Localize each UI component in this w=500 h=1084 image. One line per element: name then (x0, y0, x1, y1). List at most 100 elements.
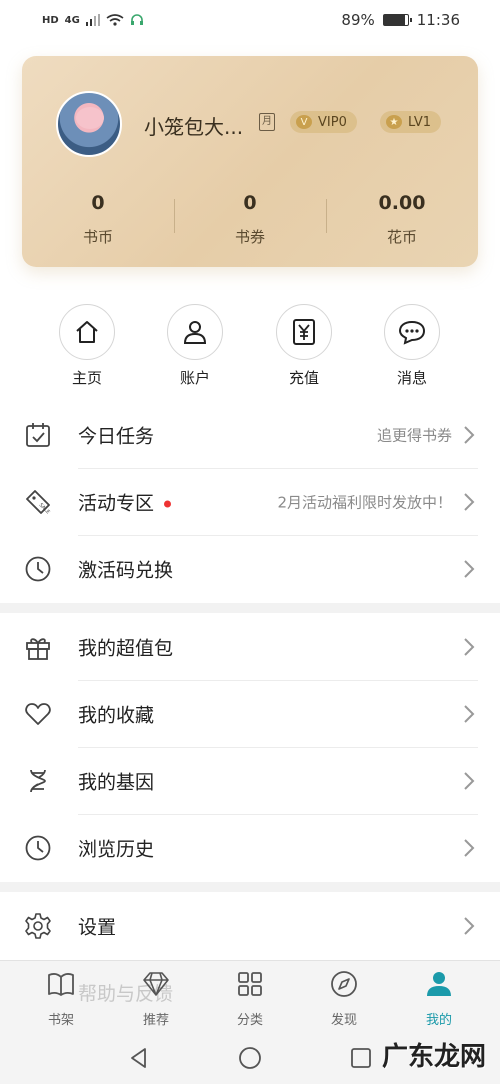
heart-icon (25, 703, 51, 725)
message-icon (398, 320, 426, 345)
hd-indicator: HD (42, 14, 59, 26)
quick-messages[interactable]: 消息 (372, 304, 452, 388)
quick-label: 主页 (71, 369, 102, 387)
menu-daily-tasks[interactable]: 今日任务 追更得书券 (0, 402, 500, 468)
chevron-right-icon (464, 705, 475, 723)
chevron-right-icon (464, 560, 475, 578)
history-clock-icon (25, 835, 51, 861)
wifi-icon (106, 14, 124, 26)
vip-icon: V (296, 115, 312, 129)
bottom-nav: 帮助与反馈 书架 推荐 分类 发现 我的 (0, 960, 500, 1032)
stat-label: 书币 (82, 228, 113, 246)
stat-book-vouchers[interactable]: 0 书券 (174, 192, 326, 247)
menu-label: 设置 (78, 916, 117, 939)
menu-genes[interactable]: 我的基因 (0, 748, 500, 814)
person-icon (427, 972, 451, 996)
nav-label: 书架 (47, 1013, 74, 1028)
vip-badge[interactable]: V VIP0 (290, 111, 357, 133)
nav-recommend[interactable]: 推荐 (111, 969, 201, 1028)
battery-fill (383, 15, 406, 25)
chevron-right-icon (464, 917, 475, 935)
menu-settings[interactable]: 设置 (0, 893, 500, 959)
profile-card[interactable]: 小笼包大... 月 V VIP0 ★ LV1 0 书币 0 书券 0.00 花币 (22, 56, 478, 267)
gift-icon (26, 638, 50, 660)
star-icon: ★ (386, 115, 402, 129)
menu-hint: 追更得书券 (376, 426, 452, 445)
nav-label: 推荐 (142, 1013, 169, 1028)
status-bar: HD 4G 89% 11:36 (0, 0, 500, 40)
quick-circle (59, 304, 115, 360)
nav-label: 我的 (425, 1013, 452, 1028)
clock-time: 11:36 (416, 11, 460, 29)
menu-redeem-code[interactable]: 激活码兑换 (0, 536, 500, 602)
book-icon (48, 973, 74, 996)
home-icon (76, 321, 98, 343)
quick-home[interactable]: 主页 (47, 304, 127, 388)
menu-label: 激活码兑换 (78, 559, 174, 582)
clock-icon (25, 556, 51, 582)
compass-icon (331, 971, 357, 997)
nav-label: 发现 (330, 1013, 357, 1028)
quick-account[interactable]: 账户 (155, 304, 235, 388)
yuan-icon (293, 319, 315, 345)
watermark: 广东龙网 (381, 1042, 486, 1072)
battery-icon (382, 14, 412, 26)
stat-value: 0.00 (378, 192, 426, 214)
back-triangle-icon[interactable] (126, 1045, 152, 1071)
stat-label: 花币 (386, 228, 417, 246)
quick-circle (276, 304, 332, 360)
nav-discover[interactable]: 发现 (299, 969, 389, 1028)
signal-label: 4G (64, 14, 80, 26)
quick-circle (384, 304, 440, 360)
menu-label: 我的收藏 (78, 704, 155, 727)
battery-percent: 89% (341, 11, 375, 29)
menu-history[interactable]: 浏览历史 (0, 815, 500, 881)
status-right: 89% 11:36 (341, 11, 460, 29)
menu-hint: 2月活动福利限时发放中！ (277, 493, 452, 512)
avatar-face (76, 107, 104, 129)
grid-icon (238, 972, 262, 996)
username[interactable]: 小笼包大... (144, 111, 243, 140)
avatar[interactable] (56, 91, 122, 157)
chevron-right-icon (464, 638, 475, 656)
menu-favorites[interactable]: 我的收藏 (0, 681, 500, 747)
status-indicators: HD 4G (42, 13, 144, 27)
menu-label: 我的超值包 (78, 637, 174, 660)
chevron-right-icon (464, 772, 475, 790)
dna-icon (30, 769, 46, 793)
user-icon (183, 321, 207, 344)
menu-value-packs[interactable]: 我的超值包 (0, 614, 500, 680)
recents-square-icon[interactable] (348, 1045, 374, 1071)
month-card-badge[interactable]: 月 (259, 113, 275, 131)
signal-icon (85, 14, 100, 26)
stat-label: 书券 (234, 228, 265, 246)
home-circle-icon[interactable] (237, 1045, 263, 1071)
stat-book-coins[interactable]: 0 书币 (22, 192, 174, 247)
level-badge[interactable]: ★ LV1 (380, 111, 441, 133)
section-gap (0, 603, 500, 613)
gear-icon (25, 913, 51, 939)
quick-recharge[interactable]: 充值 (264, 304, 344, 388)
menu-activity-zone[interactable]: SALE 活动专区 2月活动福利限时发放中！ (0, 469, 500, 535)
quick-label: 充值 (288, 369, 319, 387)
stat-value: 0 (91, 192, 105, 214)
nav-mine[interactable]: 我的 (394, 969, 484, 1028)
quick-actions: 主页 账户 充值 消息 (0, 304, 500, 394)
section-gap (0, 882, 500, 892)
quick-label: 消息 (396, 369, 427, 387)
menu-label: 浏览历史 (78, 838, 155, 861)
nav-bookshelf[interactable]: 书架 (16, 969, 106, 1028)
nav-label: 分类 (236, 1013, 263, 1028)
stat-flower-coins[interactable]: 0.00 花币 (326, 192, 478, 247)
stat-value: 0 (243, 192, 257, 214)
chevron-right-icon (464, 426, 475, 444)
headset-icon (130, 14, 143, 25)
menu-label: 今日任务 (78, 425, 155, 448)
new-dot (164, 500, 172, 508)
vip-label: VIP0 (318, 114, 347, 130)
nav-categories[interactable]: 分类 (205, 969, 295, 1028)
diamond-icon (143, 972, 169, 996)
quick-label: 账户 (179, 369, 210, 387)
level-label: LV1 (408, 114, 431, 130)
calendar-check-icon (26, 423, 50, 447)
